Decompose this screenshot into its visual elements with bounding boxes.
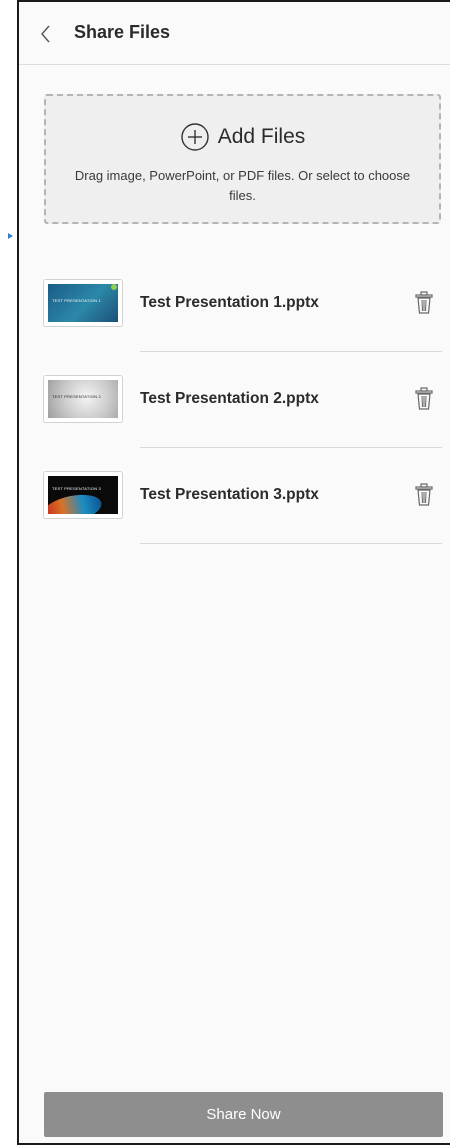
outer-background bbox=[0, 0, 17, 1147]
add-files-label: Add Files bbox=[217, 125, 306, 148]
page-title: Share Files bbox=[74, 22, 171, 42]
slide-title-text: TEST PRESENTATION 3 bbox=[52, 486, 101, 491]
list-divider bbox=[140, 447, 442, 448]
file-name: Test Presentation 1.pptx bbox=[140, 294, 319, 311]
dropzone-hint: Drag image, PowerPoint, or PDF files. Or… bbox=[74, 168, 411, 203]
slide-preview: TEST PRESENTATION 2 bbox=[48, 380, 118, 418]
file-list-item: TEST PRESENTATION 2 Test Presentation 2.… bbox=[19, 375, 450, 471]
file-thumbnail: TEST PRESENTATION 3 bbox=[43, 471, 123, 519]
slide-preview: TEST PRESENTATION 1 bbox=[48, 284, 118, 322]
status-dot-icon bbox=[111, 284, 117, 290]
file-name: Test Presentation 2.pptx bbox=[140, 390, 319, 407]
file-thumbnail: TEST PRESENTATION 2 bbox=[43, 375, 123, 423]
slide-graphic bbox=[48, 490, 105, 514]
slide-title-text: TEST PRESENTATION 1 bbox=[52, 298, 101, 303]
slide-preview: TEST PRESENTATION 3 bbox=[48, 476, 118, 514]
file-list-item: TEST PRESENTATION 1 Test Presentation 1.… bbox=[19, 279, 450, 375]
arrow-pointer-icon bbox=[8, 233, 13, 239]
trash-icon[interactable] bbox=[415, 387, 433, 411]
add-files-row[interactable]: Add Files bbox=[46, 122, 439, 152]
file-thumbnail: TEST PRESENTATION 1 bbox=[43, 279, 123, 327]
file-name: Test Presentation 3.pptx bbox=[140, 486, 319, 503]
list-divider bbox=[140, 543, 442, 544]
share-now-button[interactable]: Share Now bbox=[44, 1092, 443, 1137]
trash-icon[interactable] bbox=[415, 483, 433, 507]
file-dropzone[interactable]: Add Files Drag image, PowerPoint, or PDF… bbox=[44, 94, 441, 224]
list-divider bbox=[140, 351, 442, 352]
chevron-left-icon[interactable] bbox=[39, 24, 53, 44]
panel-header: Share Files bbox=[19, 2, 450, 65]
file-list-item: TEST PRESENTATION 3 Test Presentation 3.… bbox=[19, 471, 450, 567]
plus-circle-icon bbox=[181, 123, 209, 151]
trash-icon[interactable] bbox=[415, 291, 433, 315]
share-files-panel: Share Files Add Files Drag image, PowerP… bbox=[17, 0, 450, 1145]
slide-title-text: TEST PRESENTATION 2 bbox=[52, 394, 101, 399]
